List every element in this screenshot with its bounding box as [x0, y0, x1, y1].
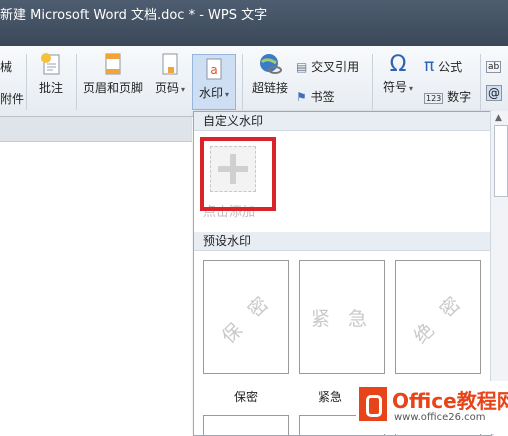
watermark-label: 水印 ▾ [198, 86, 230, 100]
bookmark-button[interactable]: ⚑ 书签 [296, 88, 335, 105]
site-watermark-logo: Office教程网 www.office26.com [356, 381, 508, 434]
page-number-icon [162, 53, 178, 75]
separator [26, 54, 27, 110]
hyperlink-label: 超链接 [251, 81, 288, 95]
watermark-preview-text: 紧 急 [310, 307, 374, 330]
comment-label: 批注 [38, 81, 63, 95]
preset-label: 紧急 [318, 390, 343, 404]
header-footer-label: 页眉和页脚 [82, 81, 143, 95]
bookmark-label: 书签 [310, 90, 335, 104]
preset-label: 保密 [234, 390, 259, 404]
scroll-up-icon[interactable]: ▲ [495, 113, 502, 123]
brand-name: Office教程网 [392, 389, 508, 413]
at-icon[interactable]: @ [486, 85, 502, 101]
formula-label: 公式 [438, 60, 463, 74]
page-number-button[interactable]: 页码 ▾ [150, 52, 190, 96]
comment-icon [41, 53, 60, 75]
highlight-frame [200, 137, 276, 211]
svg-text:a: a [210, 63, 217, 77]
header-footer-button[interactable]: 页眉和页脚 [80, 52, 146, 96]
document-page[interactable] [0, 142, 192, 434]
watermark-preview-text: 保 密 [217, 288, 277, 348]
office-logo-icon [359, 387, 387, 421]
scroll-thumb[interactable] [494, 125, 508, 197]
comment-button[interactable]: 批注 [32, 52, 70, 96]
watermark-button[interactable]: a 水印 ▾ [192, 54, 236, 110]
formula-button[interactable]: π 公式 [424, 56, 462, 76]
preset-watermark-urgent[interactable]: 紧 急 [299, 260, 385, 374]
window-title: 新建 Microsoft Word 文档.doc * - WPS 文字 [0, 8, 268, 23]
cross-reference-icon: ▤ [296, 60, 308, 74]
bookmark-icon: ⚑ [296, 90, 307, 104]
number-label: 数字 [447, 90, 472, 104]
title-bar: 新建 Microsoft Word 文档.doc * - WPS 文字 [0, 0, 508, 46]
page-number-label: 页码 ▾ [154, 81, 186, 95]
hyperlink-button[interactable]: 超链接 [248, 52, 292, 96]
omega-icon: Ω [389, 52, 407, 77]
insert-ribbon: 械 附件 批注 页眉和页脚 页码 ▾ a 水印 ▾ 超链接 ▤ 交叉引用 ⚑ 书… [0, 46, 508, 117]
separator [76, 54, 77, 110]
symbol-button[interactable]: Ω 符号 ▾ [376, 52, 420, 95]
watermark-preview-text: 绝 密 [409, 288, 469, 348]
number-icon: 123 [424, 93, 444, 104]
preset-watermark-top-secret[interactable]: 绝 密 [395, 260, 481, 374]
header-footer-icon [105, 53, 121, 75]
hyperlink-icon [260, 54, 282, 74]
number-button[interactable]: 123 数字 [424, 88, 471, 105]
symbol-label: 符号 ▾ [382, 80, 414, 94]
brand-url: www.office26.com [394, 412, 486, 423]
cross-reference-label: 交叉引用 [311, 60, 360, 74]
text-box-icon[interactable]: ab [486, 58, 502, 73]
pi-icon: π [424, 56, 435, 76]
attachment-button[interactable]: 附件 [0, 90, 24, 107]
separator [480, 54, 481, 110]
separator [242, 54, 243, 110]
preset-watermark-secret[interactable]: 保 密 [203, 260, 289, 374]
watermark-icon: a [206, 58, 222, 80]
partial-button-top[interactable]: 械 [0, 58, 12, 75]
separator [372, 54, 373, 110]
ruler [0, 117, 192, 142]
preset-watermark-header: 预设水印 [194, 232, 491, 251]
cross-reference-button[interactable]: ▤ 交叉引用 [296, 58, 359, 75]
preset-watermark-more[interactable] [203, 415, 289, 435]
custom-watermark-header: 自定义水印 [194, 112, 491, 131]
